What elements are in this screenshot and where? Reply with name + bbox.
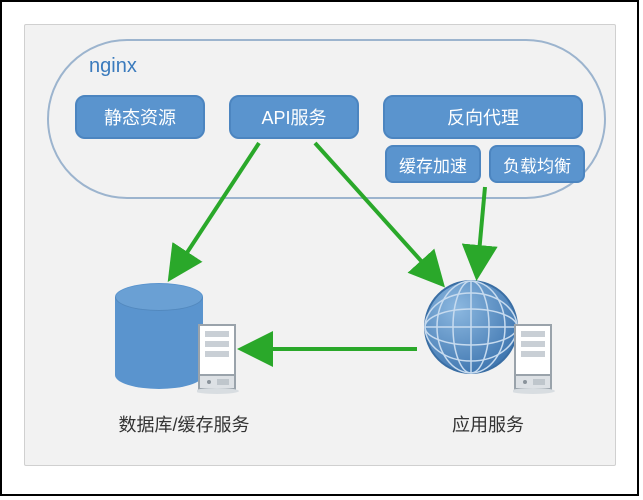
node-load-balance: 负载均衡 [489,145,585,183]
nginx-group-box: nginx 静态资源 API服务 反向代理 缓存加速 负载均衡 [47,39,606,199]
nginx-title: nginx [89,55,137,78]
node-cache-accel: 缓存加速 [385,145,481,183]
arrow-proxy-to-app [477,187,485,275]
diagram-frame: nginx 静态资源 API服务 反向代理 缓存加速 负载均衡 [0,0,639,496]
node-reverse-proxy: 反向代理 [383,95,583,139]
db-cylinder-icon [115,283,203,387]
node-api-service: API服务 [229,95,359,139]
diagram-panel: nginx 静态资源 API服务 反向代理 缓存加速 负载均衡 [24,24,616,466]
server-icon-db [197,323,245,395]
server-icon-app [513,323,561,395]
label-db-cache: 数据库/缓存服务 [99,411,269,437]
node-static-resources: 静态资源 [75,95,205,139]
globe-icon [423,279,519,375]
label-app-service: 应用服务 [433,411,543,437]
